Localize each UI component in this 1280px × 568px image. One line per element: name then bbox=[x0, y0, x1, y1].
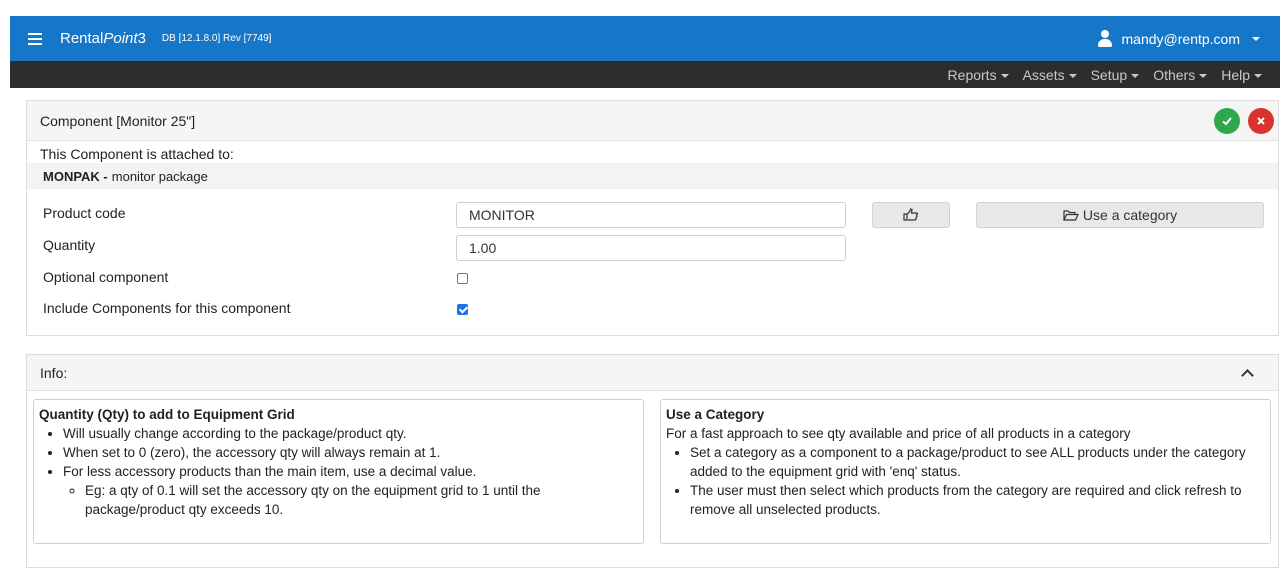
nav-others[interactable]: Others bbox=[1153, 67, 1208, 83]
cancel-button[interactable] bbox=[1248, 107, 1274, 134]
check-icon bbox=[1222, 116, 1232, 125]
save-button[interactable] bbox=[1214, 107, 1240, 134]
caret-down-icon bbox=[1131, 73, 1140, 78]
list-item-text: For less accessory products than the mai… bbox=[63, 464, 477, 479]
chevron-up-icon[interactable] bbox=[1241, 368, 1254, 382]
component-panel: Component [Monitor 25"] This Component i… bbox=[26, 100, 1279, 336]
caret-down-icon bbox=[1254, 73, 1262, 78]
category-info-heading: Use a Category bbox=[666, 407, 765, 422]
nav-reports[interactable]: Reports bbox=[948, 67, 1009, 83]
list-item: Will usually change according to the pac… bbox=[63, 424, 638, 443]
folder-open-icon bbox=[1062, 209, 1079, 221]
use-category-label: Use a category bbox=[1082, 207, 1178, 223]
version-info: DB [12.1.8.0] Rev [7749] bbox=[161, 33, 272, 44]
top-bar: RentalPoint3 DB [12.1.8.0] Rev [7749] ma… bbox=[10, 16, 1280, 61]
caret-down-icon bbox=[1199, 73, 1208, 78]
include-components-checkbox[interactable] bbox=[457, 304, 468, 315]
category-info-intro: For a fast approach to see qty available… bbox=[666, 426, 1131, 441]
panel-title: Component [Monitor 25"] bbox=[40, 112, 196, 129]
list-item: For less accessory products than the mai… bbox=[63, 462, 638, 519]
brand-suffix: 3 bbox=[137, 30, 146, 47]
optional-component-checkbox[interactable] bbox=[457, 273, 468, 284]
user-menu[interactable]: mandy@rentp.com bbox=[1096, 29, 1260, 48]
nav-setup[interactable]: Setup bbox=[1091, 67, 1140, 83]
info-title: Info: bbox=[40, 364, 68, 381]
attached-label: This Component is attached to: bbox=[40, 146, 234, 162]
list-item: Set a category as a component to a packa… bbox=[690, 443, 1265, 481]
nav-assets[interactable]: Assets bbox=[1023, 67, 1077, 83]
hand-pointer-icon bbox=[903, 208, 919, 221]
attached-desc: monitor package bbox=[111, 168, 208, 184]
brand-italic: Point bbox=[103, 30, 138, 47]
category-info-box: Use a Category For a fast approach to se… bbox=[660, 399, 1271, 544]
app-brand[interactable]: RentalPoint3 bbox=[60, 30, 146, 47]
include-components-label: Include Components for this component bbox=[43, 300, 291, 316]
brand-prefix: Rental bbox=[60, 30, 104, 47]
list-subitem: Eg: a qty of 0.1 will set the accessory … bbox=[85, 481, 638, 519]
user-icon bbox=[1096, 29, 1114, 48]
product-code-input[interactable]: MONITOR bbox=[456, 202, 846, 228]
info-header[interactable]: Info: bbox=[27, 355, 1278, 391]
quantity-label: Quantity bbox=[43, 237, 96, 253]
use-category-button[interactable]: Use a category bbox=[976, 202, 1264, 228]
pick-product-button[interactable] bbox=[872, 202, 950, 228]
qty-info-heading: Quantity (Qty) to add to Equipment Grid bbox=[39, 407, 295, 422]
close-icon bbox=[1257, 116, 1265, 125]
nav-help[interactable]: Help bbox=[1221, 67, 1262, 83]
product-code-label: Product code bbox=[43, 205, 126, 221]
caret-down-icon bbox=[1000, 73, 1009, 78]
user-email: mandy@rentp.com bbox=[1121, 30, 1240, 47]
quantity-input[interactable]: 1.00 bbox=[456, 235, 846, 261]
list-item: When set to 0 (zero), the accessory qty … bbox=[63, 443, 638, 462]
list-item: The user must then select which products… bbox=[690, 481, 1265, 519]
qty-info-box: Quantity (Qty) to add to Equipment Grid … bbox=[33, 399, 644, 544]
attached-package: MONPAK - monitor package bbox=[27, 163, 1278, 189]
caret-down-icon bbox=[1068, 73, 1077, 78]
optional-component-label: Optional component bbox=[43, 269, 169, 285]
info-panel: Info: Quantity (Qty) to add to Equipment… bbox=[26, 354, 1279, 568]
hamburger-menu-icon[interactable] bbox=[28, 32, 42, 45]
panel-header: Component [Monitor 25"] bbox=[27, 101, 1278, 141]
main-navbar: Reports Assets Setup Others Help bbox=[10, 61, 1280, 88]
attached-code: MONPAK - bbox=[43, 168, 108, 184]
caret-down-icon bbox=[1252, 36, 1260, 41]
